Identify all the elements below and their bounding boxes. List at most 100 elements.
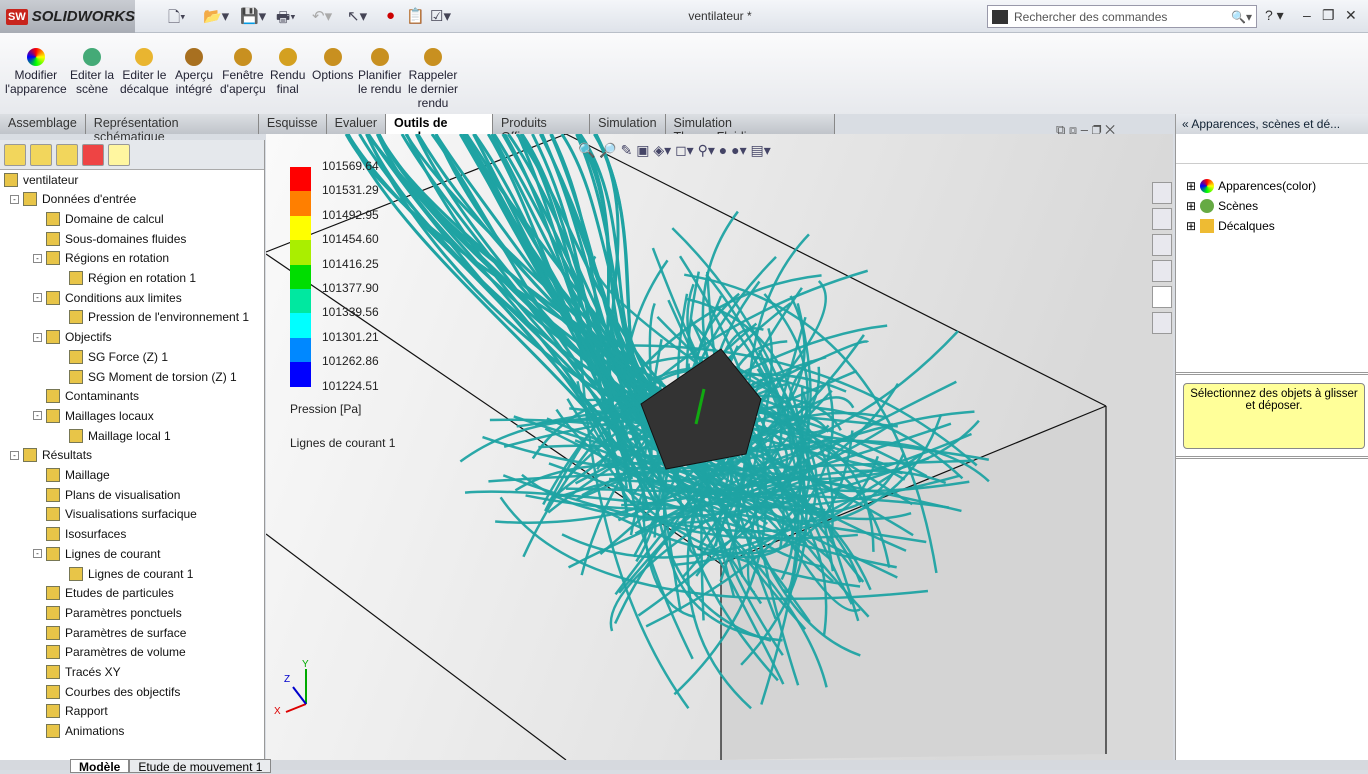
- select-icon[interactable]: ↖▾: [347, 7, 367, 25]
- tab-7[interactable]: Simulation ThermoFluidique: [665, 114, 835, 144]
- tree-item[interactable]: Paramètres de surface: [46, 623, 186, 642]
- tree-item[interactable]: Animations: [46, 722, 124, 741]
- ribbon-button-3[interactable]: Aperçu intégré: [175, 48, 213, 96]
- minimize-button[interactable]: –: [1303, 7, 1311, 23]
- tab-5[interactable]: Produits Office: [492, 114, 591, 144]
- feature-icon: [46, 724, 60, 739]
- scene-canvas[interactable]: X Y Z: [265, 133, 1173, 761]
- tree-item[interactable]: Paramètres ponctuels: [46, 603, 182, 622]
- close-button[interactable]: ✕: [1345, 7, 1357, 24]
- tree-item[interactable]: Maillage local 1: [69, 426, 171, 445]
- tree-item[interactable]: Isosurfaces: [46, 525, 126, 544]
- tree-item[interactable]: - Données d'entrée: [10, 190, 136, 209]
- help-icon[interactable]: ? ▾: [1265, 7, 1284, 24]
- tree-item[interactable]: Lignes de courant 1: [69, 564, 193, 583]
- collapse-icon[interactable]: -: [10, 194, 19, 204]
- tree-item[interactable]: Région en rotation 1: [69, 269, 196, 288]
- search-commands-input[interactable]: Rechercher des commandes 🔍▾: [987, 5, 1257, 28]
- tree-scenes[interactable]: ⊞ Scènes: [1186, 199, 1258, 213]
- collapse-icon[interactable]: -: [33, 332, 42, 342]
- tree-decals[interactable]: ⊞ Décalques: [1186, 219, 1275, 233]
- tree-item[interactable]: Tracés XY: [46, 663, 121, 682]
- ribbon-button-5[interactable]: Rendu final: [270, 48, 305, 96]
- feature-tree-tab-icon[interactable]: [4, 144, 26, 166]
- config-tab-icon[interactable]: [56, 144, 78, 166]
- tree-item[interactable]: Rapport: [46, 702, 108, 721]
- pane-splitter[interactable]: [1176, 456, 1368, 459]
- tree-item[interactable]: Domaine de calcul: [46, 209, 164, 228]
- search-icon[interactable]: 🔍▾: [1231, 10, 1252, 24]
- print-icon[interactable]: 🖶▾: [276, 7, 296, 32]
- feature-icon: [4, 172, 18, 187]
- folder-icon[interactable]: [1152, 234, 1172, 256]
- flow-analysis-tab-icon[interactable]: [108, 144, 130, 166]
- property-tab-icon[interactable]: [30, 144, 52, 166]
- file-properties-icon[interactable]: 📋: [406, 7, 425, 25]
- triad-label: Z: [284, 674, 290, 685]
- heads-up-view-toolbar[interactable]: 🔍 🔎 ✎ ▣ ◈▾ ◻▾ ⚲▾ ● ●▾ ▤▾: [578, 142, 771, 159]
- tree-appearances[interactable]: ⊞ Apparences(color): [1186, 179, 1316, 193]
- fan-model[interactable]: [640, 348, 762, 470]
- tree-item[interactable]: - Maillages locaux: [33, 406, 154, 425]
- tree-item[interactable]: - Conditions aux limites: [33, 288, 182, 307]
- graphics-viewport[interactable]: X Y Z 101569.64 101531.29 101492.95 101454.60…: [265, 122, 1173, 761]
- tree-item[interactable]: Contaminants: [46, 387, 139, 406]
- tree-item[interactable]: - Objectifs: [33, 328, 112, 347]
- home-icon[interactable]: [1152, 182, 1172, 204]
- display-tab-icon[interactable]: [82, 144, 104, 166]
- appearances-icon[interactable]: [1152, 286, 1172, 308]
- undo-icon[interactable]: ↶▾: [312, 7, 332, 25]
- tab-0[interactable]: Assemblage: [0, 114, 86, 134]
- open-icon[interactable]: 📂▾: [203, 7, 229, 25]
- view-palette-icon[interactable]: [1152, 260, 1172, 282]
- tree-item[interactable]: - Lignes de courant: [33, 544, 160, 563]
- tab-2[interactable]: Esquisse: [258, 114, 327, 134]
- tree-item[interactable]: Courbes des objectifs: [46, 682, 180, 701]
- tree-item[interactable]: Etudes de particules: [46, 584, 174, 603]
- tree-item[interactable]: - Résultats: [10, 446, 92, 465]
- tab-model[interactable]: Modèle: [70, 759, 130, 774]
- tree-item[interactable]: - Régions en rotation: [33, 249, 169, 268]
- tree-item[interactable]: Pression de l'environnement 1: [69, 308, 249, 327]
- ribbon-button-8[interactable]: Rappeler le dernier rendu: [408, 48, 458, 110]
- save-icon[interactable]: 💾▾: [240, 7, 266, 25]
- ribbon-button-2[interactable]: Editer le décalque: [120, 48, 169, 96]
- tab-4[interactable]: Outils de rendu: [386, 114, 493, 144]
- tab-6[interactable]: Simulation: [590, 114, 666, 134]
- options-icon[interactable]: ☑▾: [430, 7, 451, 25]
- tree-item[interactable]: Plans de visualisation: [46, 485, 180, 504]
- collapse-icon[interactable]: -: [33, 411, 42, 421]
- collapse-icon[interactable]: -: [33, 253, 42, 263]
- tab-1[interactable]: Représentation schématique: [85, 114, 259, 144]
- ribbon-button-4[interactable]: Fenêtre d'aperçu: [220, 48, 266, 96]
- restore-button[interactable]: ❐: [1322, 7, 1335, 24]
- tree-item[interactable]: Visualisations surfacique: [46, 505, 197, 524]
- ribbon-button-1[interactable]: Editer la scène: [70, 48, 114, 96]
- library-icon[interactable]: [1152, 208, 1172, 230]
- solidworks-logo[interactable]: SW SOLIDWORKS: [0, 0, 135, 33]
- tree-item[interactable]: Sous-domaines fluides: [46, 229, 186, 248]
- feature-icon: [46, 231, 60, 246]
- tree-item[interactable]: ventilateur: [4, 170, 78, 189]
- collapse-icon[interactable]: -: [33, 293, 42, 303]
- ribbon-button-6[interactable]: Options: [312, 48, 353, 82]
- tab-motion-study[interactable]: Etude de mouvement 1: [129, 759, 272, 774]
- feature-icon: [69, 310, 83, 325]
- ribbon-button-0[interactable]: Modifier l'apparence: [5, 48, 67, 96]
- tree-item[interactable]: SG Moment de torsion (Z) 1: [69, 367, 237, 386]
- collapse-icon[interactable]: -: [10, 450, 19, 460]
- task-pane-toolbar[interactable]: [1176, 134, 1368, 164]
- legend-tick-label: 101262.86: [322, 354, 379, 369]
- collapse-icon[interactable]: -: [33, 549, 42, 559]
- legend-color-band: [290, 264, 311, 289]
- rebuild-icon[interactable]: ●: [386, 7, 395, 24]
- tree-item[interactable]: SG Force (Z) 1: [69, 347, 168, 366]
- tree-item[interactable]: Maillage: [46, 466, 110, 485]
- viewport-window-controls[interactable]: ⧉ ⧈ – ❐ ✕: [1056, 122, 1115, 138]
- ribbon-button-7[interactable]: Planifier le rendu: [358, 48, 401, 96]
- tab-3[interactable]: Evaluer: [326, 114, 387, 134]
- custom-properties-icon[interactable]: [1152, 312, 1172, 334]
- tree-item[interactable]: Paramètres de volume: [46, 643, 186, 662]
- new-document-icon[interactable]: 🗋▾: [168, 7, 186, 32]
- pane-splitter[interactable]: [1176, 372, 1368, 375]
